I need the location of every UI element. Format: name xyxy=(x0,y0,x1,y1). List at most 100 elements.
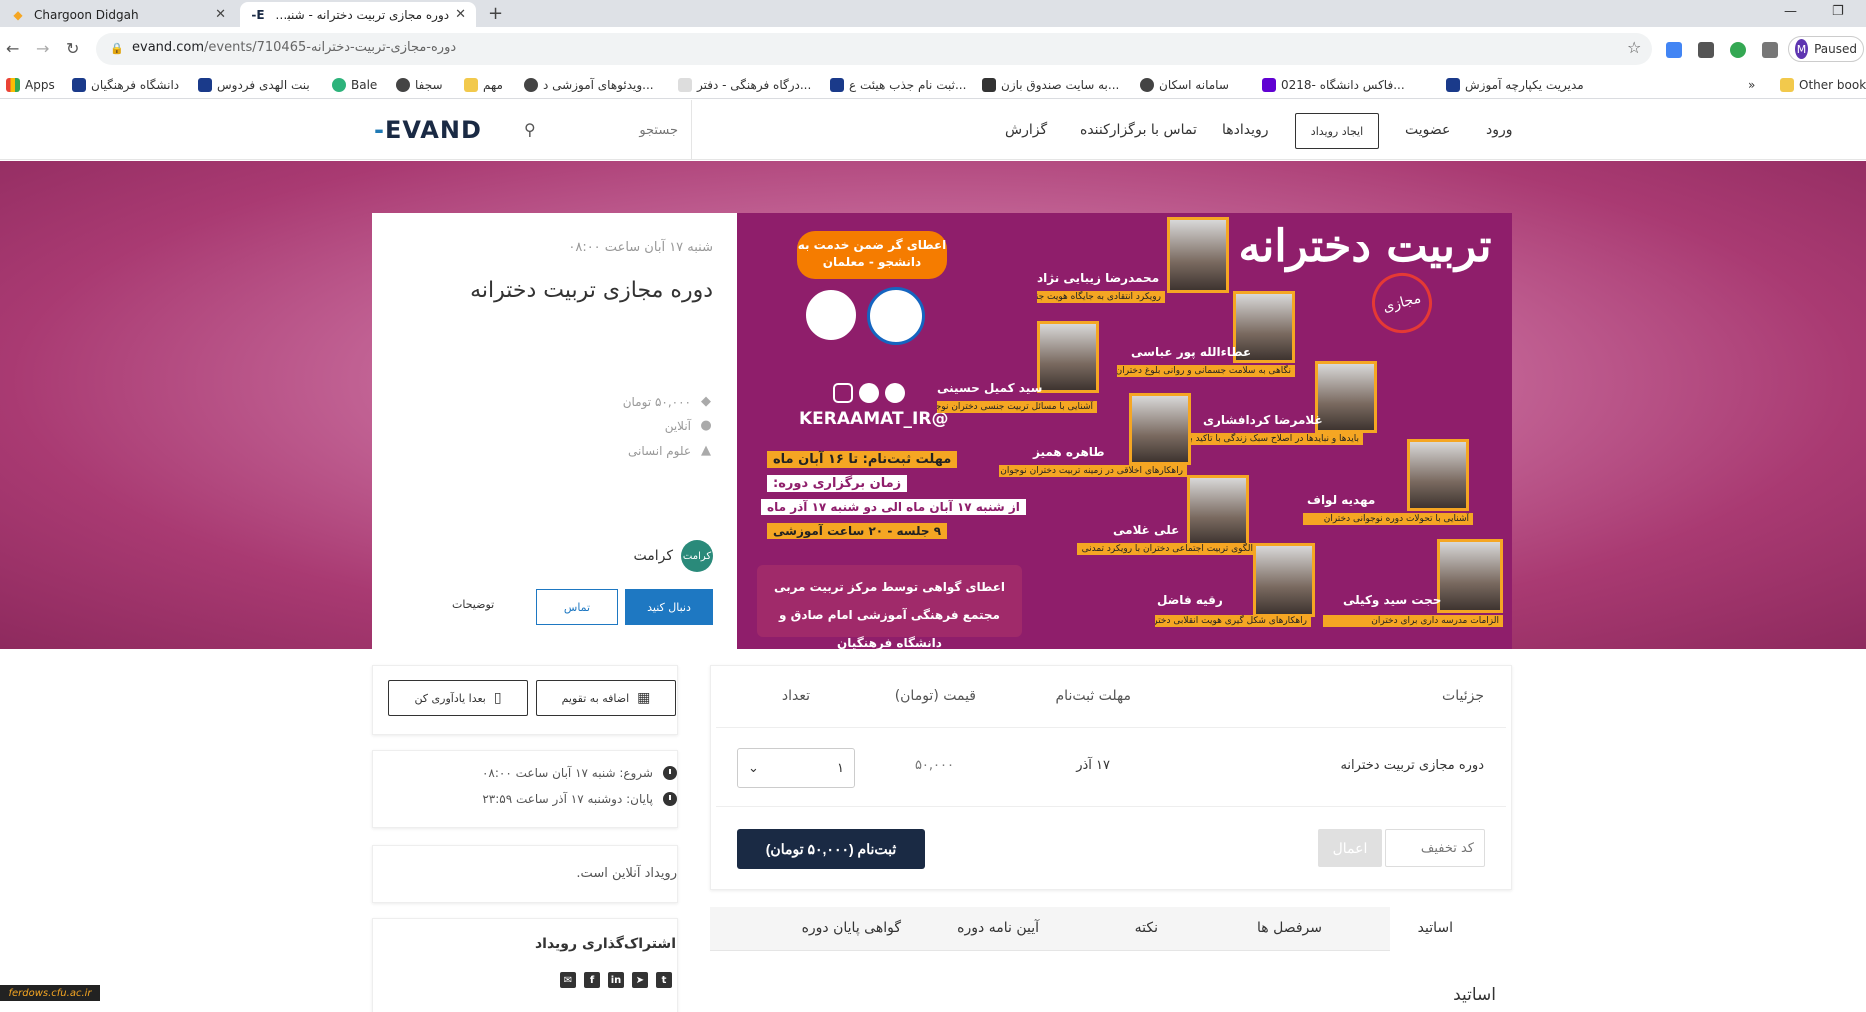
event-date: شنبه ۱۷ آبان ساعت ۰۸:۰۰ xyxy=(568,240,713,255)
chevron-down-icon: ⌄ xyxy=(748,760,759,776)
bookmarks-overflow-icon[interactable]: » xyxy=(1748,76,1755,94)
bookmark-apps[interactable]: Apps xyxy=(6,76,55,94)
contact-button[interactable]: تماس xyxy=(536,589,618,625)
banner-credit-note: اعطای گر ضمن خدمت به دانشجو - معلمان xyxy=(797,231,947,279)
banner-sessions: ۹ جلسه - ۲۰ ساعت آموزشی xyxy=(767,523,948,539)
calendar-icon: ▦ xyxy=(637,690,651,706)
follow-button[interactable]: دنبال کنید xyxy=(625,589,713,625)
organizer-logo: کرامت xyxy=(681,540,713,572)
register-button[interactable]: ثبت‌نام (۵۰,۰۰۰ تومان) xyxy=(737,829,925,869)
university-logo-icon xyxy=(867,287,925,345)
quantity-select[interactable]: ⌄ ۱ xyxy=(737,748,855,788)
tab-regulations[interactable]: آیین نامه دوره xyxy=(957,920,1039,936)
new-tab-icon[interactable]: + xyxy=(488,3,503,24)
chargoon-favicon-icon: ◆ xyxy=(13,7,23,22)
tab-syllabus[interactable]: سرفصل ها xyxy=(1257,920,1322,936)
add-to-calendar-button[interactable]: ▦ اضافه به تقویم xyxy=(536,680,676,716)
ticket-name: دوره مجازی تربیت دخترانه xyxy=(1340,758,1484,773)
media-extension-icon[interactable] xyxy=(1698,42,1714,58)
profile-button[interactable]: M Paused xyxy=(1788,36,1864,62)
facebook-icon[interactable]: f xyxy=(584,972,600,988)
url-text[interactable]: evand.com/events/710465-دوره-مجازی-تربیت… xyxy=(132,40,456,55)
event-category-row: ▲ علوم انسانی xyxy=(628,443,711,458)
linkedin-icon[interactable]: in xyxy=(608,972,624,988)
globe-extension-icon[interactable] xyxy=(1730,42,1746,58)
bookmark-item[interactable]: ثبت نام جذب هیئت ع... xyxy=(830,76,966,94)
clock-icon xyxy=(663,766,677,780)
speaker-name: محمدرضا زیبایی نژاد xyxy=(1037,271,1160,285)
bookmark-item[interactable]: سجفا xyxy=(396,76,443,94)
section-heading: اساتید xyxy=(1453,985,1496,1005)
bale-icon xyxy=(332,78,346,92)
lock-icon[interactable]: 🔒 xyxy=(110,42,124,55)
instagram-icon xyxy=(833,383,853,403)
telegram-icon[interactable]: ➤ xyxy=(632,972,648,988)
twitter-icon[interactable]: t xyxy=(656,972,672,988)
col-header-price: قیمت (تومان) xyxy=(894,688,976,704)
bookmark-item[interactable]: مدیریت یکپارچه آموزش xyxy=(1446,76,1584,94)
back-icon[interactable]: ← xyxy=(6,39,19,58)
table-divider xyxy=(716,806,1506,807)
bookmark-item[interactable]: Bale xyxy=(332,76,377,94)
speaker-name: رقیه فاضل xyxy=(1157,593,1223,607)
nav-contact-organizer[interactable]: تماس با برگزارکننده xyxy=(1080,122,1197,138)
tab-note[interactable]: نکته xyxy=(1135,920,1158,936)
bookmark-item[interactable]: بنت الهدی فردوس xyxy=(198,76,310,94)
apply-coupon-button[interactable]: اعمال xyxy=(1318,829,1382,867)
col-header-deadline: مهلت ثبت‌نام xyxy=(1055,688,1131,704)
bookmark-item[interactable]: مهم xyxy=(464,76,503,94)
banner-handle: @KERAAMAT_IR xyxy=(799,409,949,429)
browser-tab[interactable]: ◆ Chargoon Didgah ✕ xyxy=(0,2,236,27)
description-link[interactable]: توضیحات xyxy=(452,598,494,611)
tab-instructors[interactable]: اساتید xyxy=(1418,920,1453,936)
email-icon[interactable]: ✉ xyxy=(560,972,576,988)
keraamat-logo-icon xyxy=(803,287,859,343)
translate-extension-icon[interactable] xyxy=(1666,42,1682,58)
tab-certificate[interactable]: گواهی پایان دوره xyxy=(802,920,901,936)
close-tab-icon[interactable]: ✕ xyxy=(455,7,466,22)
event-location-row: ● آنلاین xyxy=(664,418,712,433)
time-card xyxy=(372,750,678,828)
bookmark-item[interactable]: به سایت صندوق بازن... xyxy=(982,76,1119,94)
create-event-button[interactable]: ایجاد رویداد xyxy=(1295,113,1379,149)
speaker-topic: آشنایی با تحولات دوره نوجوانی دختران xyxy=(1303,513,1473,525)
organizer[interactable]: کرامت کرامت xyxy=(633,540,713,572)
puzzle-extensions-icon[interactable] xyxy=(1762,42,1778,58)
reload-icon[interactable]: ↻ xyxy=(66,39,79,58)
bookmark-item[interactable]: سامانه اسکان xyxy=(1140,76,1229,94)
evand-logo[interactable]: -EVAND xyxy=(374,116,482,144)
col-header-count: تعداد xyxy=(781,688,810,704)
speaker-name: مهدیه لواف xyxy=(1307,493,1376,507)
folder-icon xyxy=(1780,78,1794,92)
ticket-price: ۵۰,۰۰۰ xyxy=(914,758,954,773)
tab-title: دوره مجازی تربیت دخترانه - شنبه ۱۷ xyxy=(274,7,450,22)
site-icon xyxy=(1446,78,1460,92)
apps-grid-icon xyxy=(6,78,20,92)
nav-report[interactable]: گزارش xyxy=(1005,122,1047,138)
bookmark-item[interactable]: دانشگاه فرهنگیان xyxy=(72,76,179,94)
browser-tab-active[interactable]: -E دوره مجازی تربیت دخترانه - شنبه ۱۷ ✕ xyxy=(240,2,476,27)
bookmark-item[interactable]: ویدئوهای آموزشی د... xyxy=(524,76,654,94)
remind-later-button[interactable]: ▯ بعدا یادآوری کن xyxy=(388,680,528,716)
search-input[interactable] xyxy=(548,116,678,144)
speaker-photo xyxy=(1167,217,1229,293)
nav-events[interactable]: رویدادها xyxy=(1222,122,1269,138)
other-bookmarks[interactable]: Other bookmarks xyxy=(1780,76,1866,94)
globe-icon xyxy=(1140,78,1154,92)
close-tab-icon[interactable]: ✕ xyxy=(215,7,226,22)
globe-icon xyxy=(396,78,410,92)
bookmark-icon: ▯ xyxy=(493,690,502,706)
event-banner-image: تربیت دخترانه مجازی اعطای گر ضمن خدمت به… xyxy=(737,213,1512,649)
minimize-icon[interactable]: — xyxy=(1784,4,1797,19)
nav-login[interactable]: ورود xyxy=(1486,122,1513,138)
speaker-topic: آشنایی با مسائل تربیت جنسی دختران نوجوان xyxy=(937,401,1097,413)
restore-icon[interactable]: ❐ xyxy=(1832,4,1844,19)
nav-signup[interactable]: عضویت xyxy=(1405,122,1450,138)
forward-icon[interactable]: → xyxy=(36,39,49,58)
bookmark-item[interactable]: فاکس دانشگاه -0218... xyxy=(1262,76,1405,94)
bookmark-star-icon[interactable]: ☆ xyxy=(1627,38,1641,57)
coupon-input[interactable] xyxy=(1385,829,1485,867)
bookmark-item[interactable]: درگاه فرهنگی - دفتر... xyxy=(678,76,811,94)
search-icon[interactable]: ⚲ xyxy=(524,120,536,139)
speaker-photo xyxy=(1315,361,1377,433)
